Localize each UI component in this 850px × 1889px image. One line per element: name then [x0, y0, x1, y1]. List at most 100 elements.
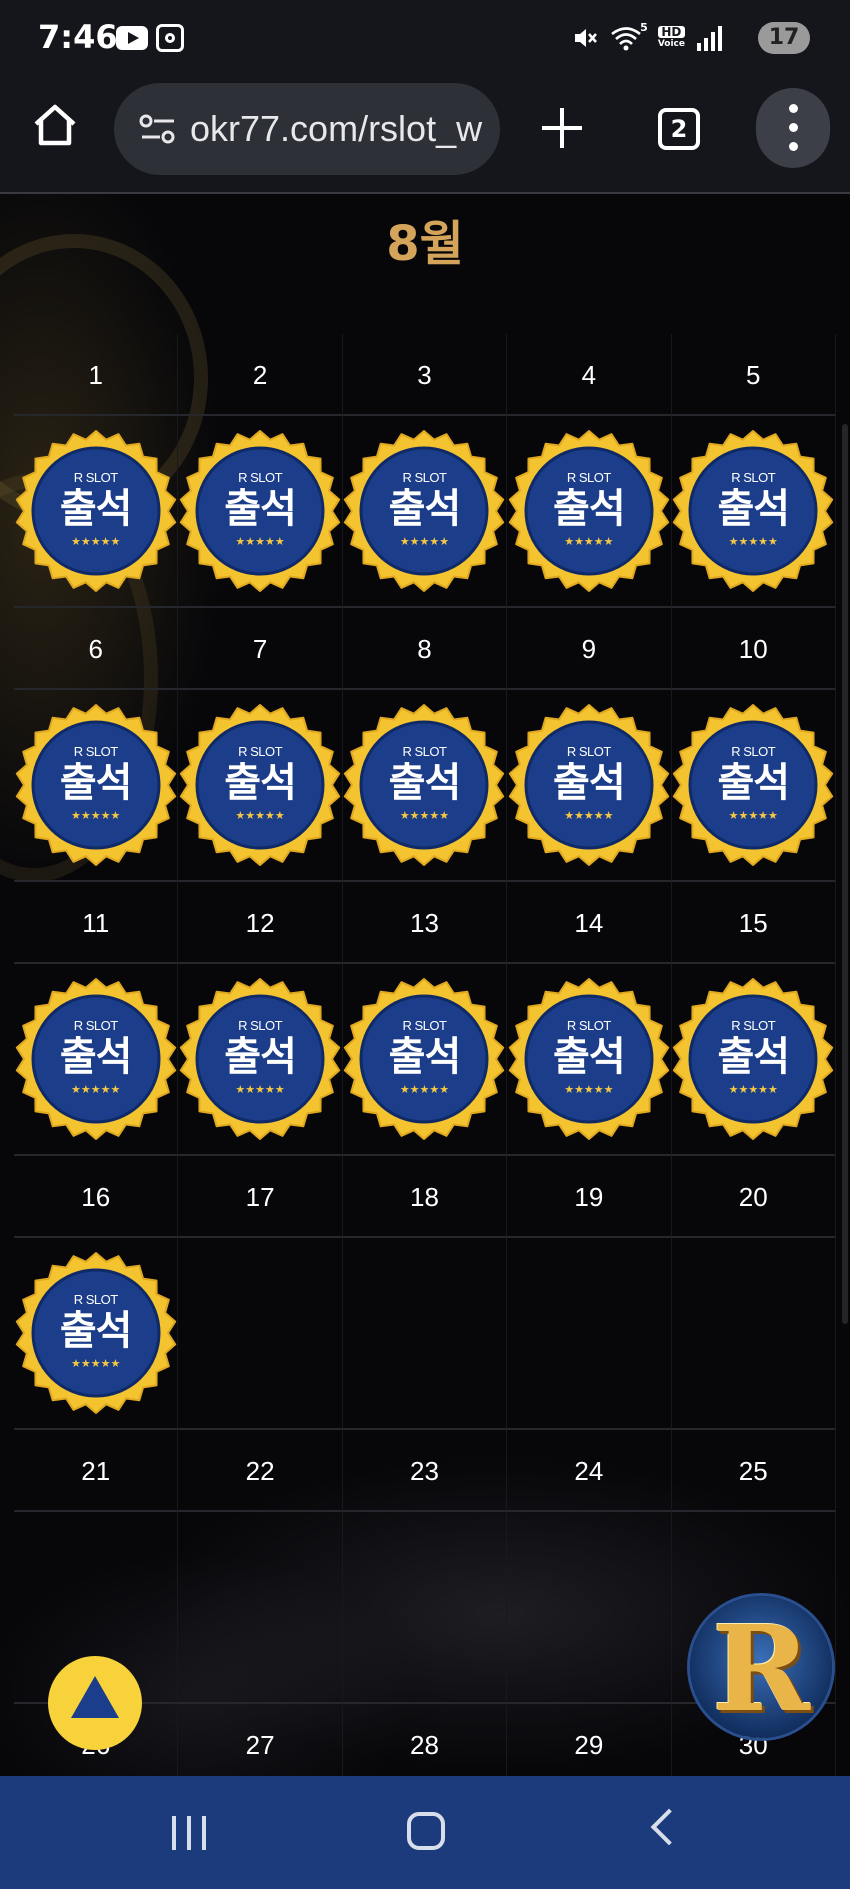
badge-attendance-text: 출석 — [59, 1308, 133, 1354]
attendance-stamp: R SLOT 출석 ★★★★★ — [508, 704, 670, 866]
attendance-stamp: R SLOT 출석 ★★★★★ — [343, 978, 505, 1140]
badge-brand-text: R SLOT — [238, 470, 283, 485]
tab-switcher-button[interactable]: 2 — [658, 108, 700, 150]
badge-brand-text: R SLOT — [73, 470, 118, 485]
attendance-stamp: R SLOT 출석 ★★★★★ — [179, 430, 341, 592]
calendar-day-row: 21 22 23 24 25 — [14, 1430, 836, 1512]
calendar-day-cell[interactable]: R SLOT 출석 ★★★★★ — [14, 690, 179, 882]
badge-stars: ★★★★★ — [71, 1083, 121, 1096]
badge-stars: ★★★★★ — [564, 1083, 614, 1096]
calendar-day-number: 9 — [507, 608, 672, 690]
attendance-calendar: 12345R SLOT 출석 ★★★★★ R SLOT 출석 ★★★★★ R SLOT 출석 ★… — [14, 334, 836, 1776]
badge-attendance-text: 출석 — [388, 1034, 462, 1080]
badge-stars: ★★★★★ — [235, 809, 285, 822]
badge-stars: ★★★★★ — [564, 535, 614, 548]
address-bar[interactable]: okr77.com/rslot_w — [114, 83, 500, 175]
badge-attendance-text: 출석 — [59, 1034, 133, 1080]
attendance-stamp: R SLOT 출석 ★★★★★ — [15, 430, 177, 592]
badge-attendance-text: 출석 — [59, 760, 133, 806]
badge-attendance-text: 출석 — [553, 486, 626, 532]
calendar-day-cell[interactable]: R SLOT 출석 ★★★★★ — [342, 416, 508, 608]
calendar-day-cell[interactable]: R SLOT 출석 ★★★★★ — [342, 690, 508, 882]
calendar-day-number: 22 — [178, 1430, 343, 1512]
calendar-day-cell[interactable]: R SLOT 출석 ★★★★★ — [507, 964, 672, 1156]
calendar-day-number: 17 — [178, 1156, 343, 1238]
calendar-day-number: 4 — [507, 334, 672, 416]
calendar-day-number: 29 — [507, 1704, 672, 1776]
badge-stars: ★★★★★ — [399, 535, 450, 548]
attendance-stamp: R SLOT 출석 ★★★★★ — [508, 978, 670, 1140]
badge-stars: ★★★★★ — [71, 535, 121, 548]
calendar-day-row: 11 12 13 14 15 — [14, 882, 836, 964]
badge-brand-text: R SLOT — [402, 470, 447, 485]
calendar-day-cell[interactable] — [342, 1512, 508, 1704]
calendar-day-cell[interactable] — [507, 1512, 672, 1704]
badge-brand-text: R SLOT — [238, 1018, 283, 1033]
calendar-day-row: 6 7 8 9 10 — [14, 608, 836, 690]
calendar-day-cell[interactable] — [671, 1238, 836, 1430]
calendar-day-cell[interactable]: R SLOT 출석 ★★★★★ — [178, 964, 343, 1156]
page-scrollbar[interactable] — [842, 424, 848, 1324]
calendar-day-cell[interactable]: R SLOT 출석 ★★★★★ — [671, 416, 836, 608]
calendar-day-number: 27 — [178, 1704, 343, 1776]
calendar-day-cell[interactable] — [178, 1512, 343, 1704]
attendance-stamp: R SLOT 출석 ★★★★★ — [179, 978, 341, 1140]
calendar-day-cell[interactable]: R SLOT 출석 ★★★★★ — [14, 1238, 179, 1430]
badge-stars: ★★★★★ — [728, 1083, 778, 1096]
calendar-day-cell[interactable] — [342, 1238, 508, 1430]
attendance-stamp: R SLOT 출석 ★★★★★ — [672, 978, 834, 1140]
badge-brand-text: R SLOT — [731, 1018, 776, 1033]
badge-attendance-text: 출석 — [59, 486, 133, 532]
new-tab-button[interactable] — [538, 104, 586, 152]
calendar-day-cell[interactable]: R SLOT 출석 ★★★★★ — [671, 690, 836, 882]
badge-attendance-text: 출석 — [717, 486, 790, 532]
calendar-day-number: 3 — [342, 334, 508, 416]
calendar-badge-row: R SLOT 출석 ★★★★★ R SLOT 출석 ★★★★★ R SLOT 출석 ★★★★★ R… — [14, 416, 836, 608]
calendar-day-cell[interactable]: R SLOT 출석 ★★★★★ — [507, 416, 672, 608]
badge-stars: ★★★★★ — [235, 535, 285, 548]
badge-stars: ★★★★★ — [728, 535, 778, 548]
calendar-day-cell[interactable]: R SLOT 출석 ★★★★★ — [671, 964, 836, 1156]
calendar-day-cell[interactable] — [178, 1238, 343, 1430]
system-navigation-bar — [0, 1776, 850, 1889]
attendance-stamp: R SLOT 출석 ★★★★★ — [508, 430, 670, 592]
back-button[interactable] — [650, 1808, 688, 1846]
badge-brand-text: R SLOT — [238, 744, 283, 759]
calendar-day-cell[interactable]: R SLOT 출석 ★★★★★ — [342, 964, 508, 1156]
youtube-notification-icon — [116, 26, 148, 50]
badge-brand-text: R SLOT — [73, 1018, 118, 1033]
attendance-stamp: R SLOT 출석 ★★★★★ — [343, 704, 505, 866]
attendance-stamp: R SLOT 출석 ★★★★★ — [343, 430, 505, 592]
home-button[interactable] — [407, 1812, 445, 1850]
recent-apps-button[interactable] — [172, 1816, 208, 1850]
badge-brand-text: R SLOT — [731, 744, 776, 759]
signal-icon — [697, 25, 722, 51]
calendar-day-cell[interactable]: R SLOT 출석 ★★★★★ — [178, 416, 343, 608]
calendar-day-number: 12 — [178, 882, 343, 964]
badge-attendance-text: 출석 — [388, 760, 462, 806]
calendar-day-cell[interactable]: R SLOT 출석 ★★★★★ — [178, 690, 343, 882]
badge-brand-text: R SLOT — [566, 1018, 611, 1033]
badge-attendance-text: 출석 — [553, 1034, 626, 1080]
calendar-day-cell[interactable] — [507, 1238, 672, 1430]
url-text[interactable]: okr77.com/rslot_w — [190, 105, 486, 153]
badge-brand-text: R SLOT — [731, 470, 776, 485]
mute-icon — [574, 29, 597, 47]
calendar-day-cell[interactable]: R SLOT 출석 ★★★★★ — [14, 416, 179, 608]
calendar-day-cell[interactable]: R SLOT 출석 ★★★★★ — [507, 690, 672, 882]
r-logo-button[interactable]: R — [690, 1596, 832, 1738]
scroll-to-top-button[interactable] — [48, 1656, 142, 1750]
attendance-stamp: R SLOT 출석 ★★★★★ — [15, 1252, 177, 1414]
attendance-page: 8월 12345R SLOT 출석 ★★★★★ R SLOT 출석 ★★★★★ R SLOT… — [0, 194, 850, 1776]
calendar-badge-row: R SLOT 출석 ★★★★★ R SLOT 출석 ★★★★★ R SLOT 출석 ★★★★★ R… — [14, 964, 836, 1156]
home-icon[interactable] — [32, 102, 78, 148]
badge-attendance-text: 출석 — [717, 760, 790, 806]
badge-stars: ★★★★★ — [728, 809, 778, 822]
badge-stars: ★★★★★ — [235, 1083, 285, 1096]
status-time: 7:46 — [38, 18, 118, 56]
browser-menu-button[interactable] — [756, 88, 830, 168]
site-settings-icon[interactable] — [138, 113, 178, 145]
calendar-day-cell[interactable]: R SLOT 출석 ★★★★★ — [14, 964, 179, 1156]
calendar-day-number: 16 — [14, 1156, 179, 1238]
badge-stars: ★★★★★ — [399, 809, 450, 822]
